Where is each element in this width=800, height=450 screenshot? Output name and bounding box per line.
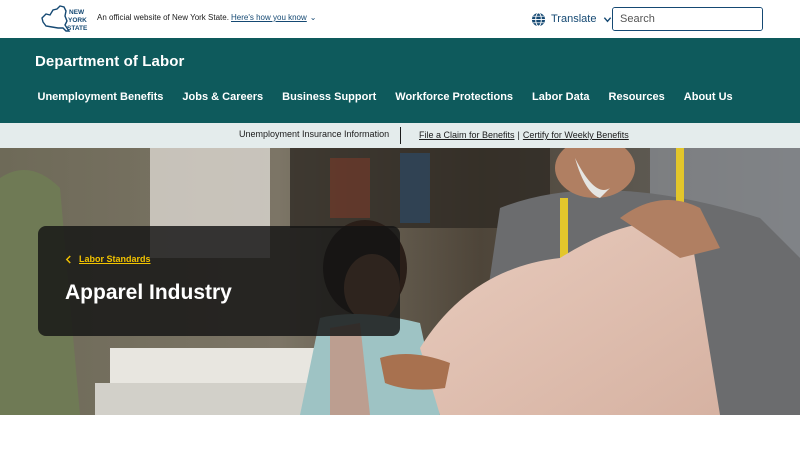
how-you-know-toggle[interactable]: Here's how you know ⌄ — [231, 13, 317, 22]
unemployment-info-banner: Unemployment Insurance Information File … — [0, 123, 800, 148]
chevron-left-icon — [65, 255, 71, 263]
nav-item-resources[interactable]: Resources — [599, 91, 674, 103]
nav-item-jobs-careers[interactable]: Jobs & Careers — [173, 91, 273, 103]
chevron-down-icon: ⌄ — [309, 13, 317, 22]
universal-header: NEW YORK STATE An official website of Ne… — [0, 0, 800, 38]
globe-icon — [531, 11, 546, 27]
logo-word-state: STATE — [67, 25, 88, 32]
main-navigation: Unemployment Benefits Jobs & Careers Bus… — [28, 91, 742, 103]
agency-name[interactable]: Department of Labor — [35, 53, 184, 70]
hero-banner: Labor Standards Apparel Industry — [0, 148, 800, 415]
logo-word-york: YORK — [68, 17, 87, 24]
file-claim-link[interactable]: File a Claim for Benefits — [419, 130, 515, 140]
nav-item-business-support[interactable]: Business Support — [273, 91, 386, 103]
unemployment-info-label: Unemployment Insurance Information — [239, 129, 390, 139]
logo-word-new: NEW — [69, 9, 85, 16]
official-website-text: An official website of New York State. — [97, 13, 229, 22]
hero-title-card: Labor Standards Apparel Industry — [38, 226, 400, 336]
content-area — [0, 415, 800, 450]
translate-button[interactable]: Translate — [531, 9, 612, 29]
nav-item-unemployment-benefits[interactable]: Unemployment Benefits — [28, 91, 173, 103]
banner-links: File a Claim for Benefits | Certify for … — [419, 130, 629, 140]
how-you-know-label: Here's how you know — [231, 13, 307, 22]
link-separator: | — [517, 130, 520, 140]
search-form — [612, 7, 763, 31]
nav-item-about-us[interactable]: About Us — [674, 91, 742, 103]
search-input[interactable] — [613, 8, 762, 30]
translate-label: Translate — [551, 13, 597, 25]
breadcrumb: Labor Standards — [65, 254, 151, 264]
breadcrumb-labor-standards-link[interactable]: Labor Standards — [79, 254, 151, 264]
new-york-state-logo[interactable]: NEW YORK STATE — [40, 4, 90, 34]
page-title: Apparel Industry — [65, 281, 232, 304]
agency-header: Department of Labor Unemployment Benefit… — [0, 38, 800, 123]
banner-divider — [400, 127, 401, 144]
nav-item-labor-data[interactable]: Labor Data — [523, 91, 599, 103]
certify-benefits-link[interactable]: Certify for Weekly Benefits — [523, 130, 629, 140]
nav-item-workforce-protections[interactable]: Workforce Protections — [386, 91, 523, 103]
